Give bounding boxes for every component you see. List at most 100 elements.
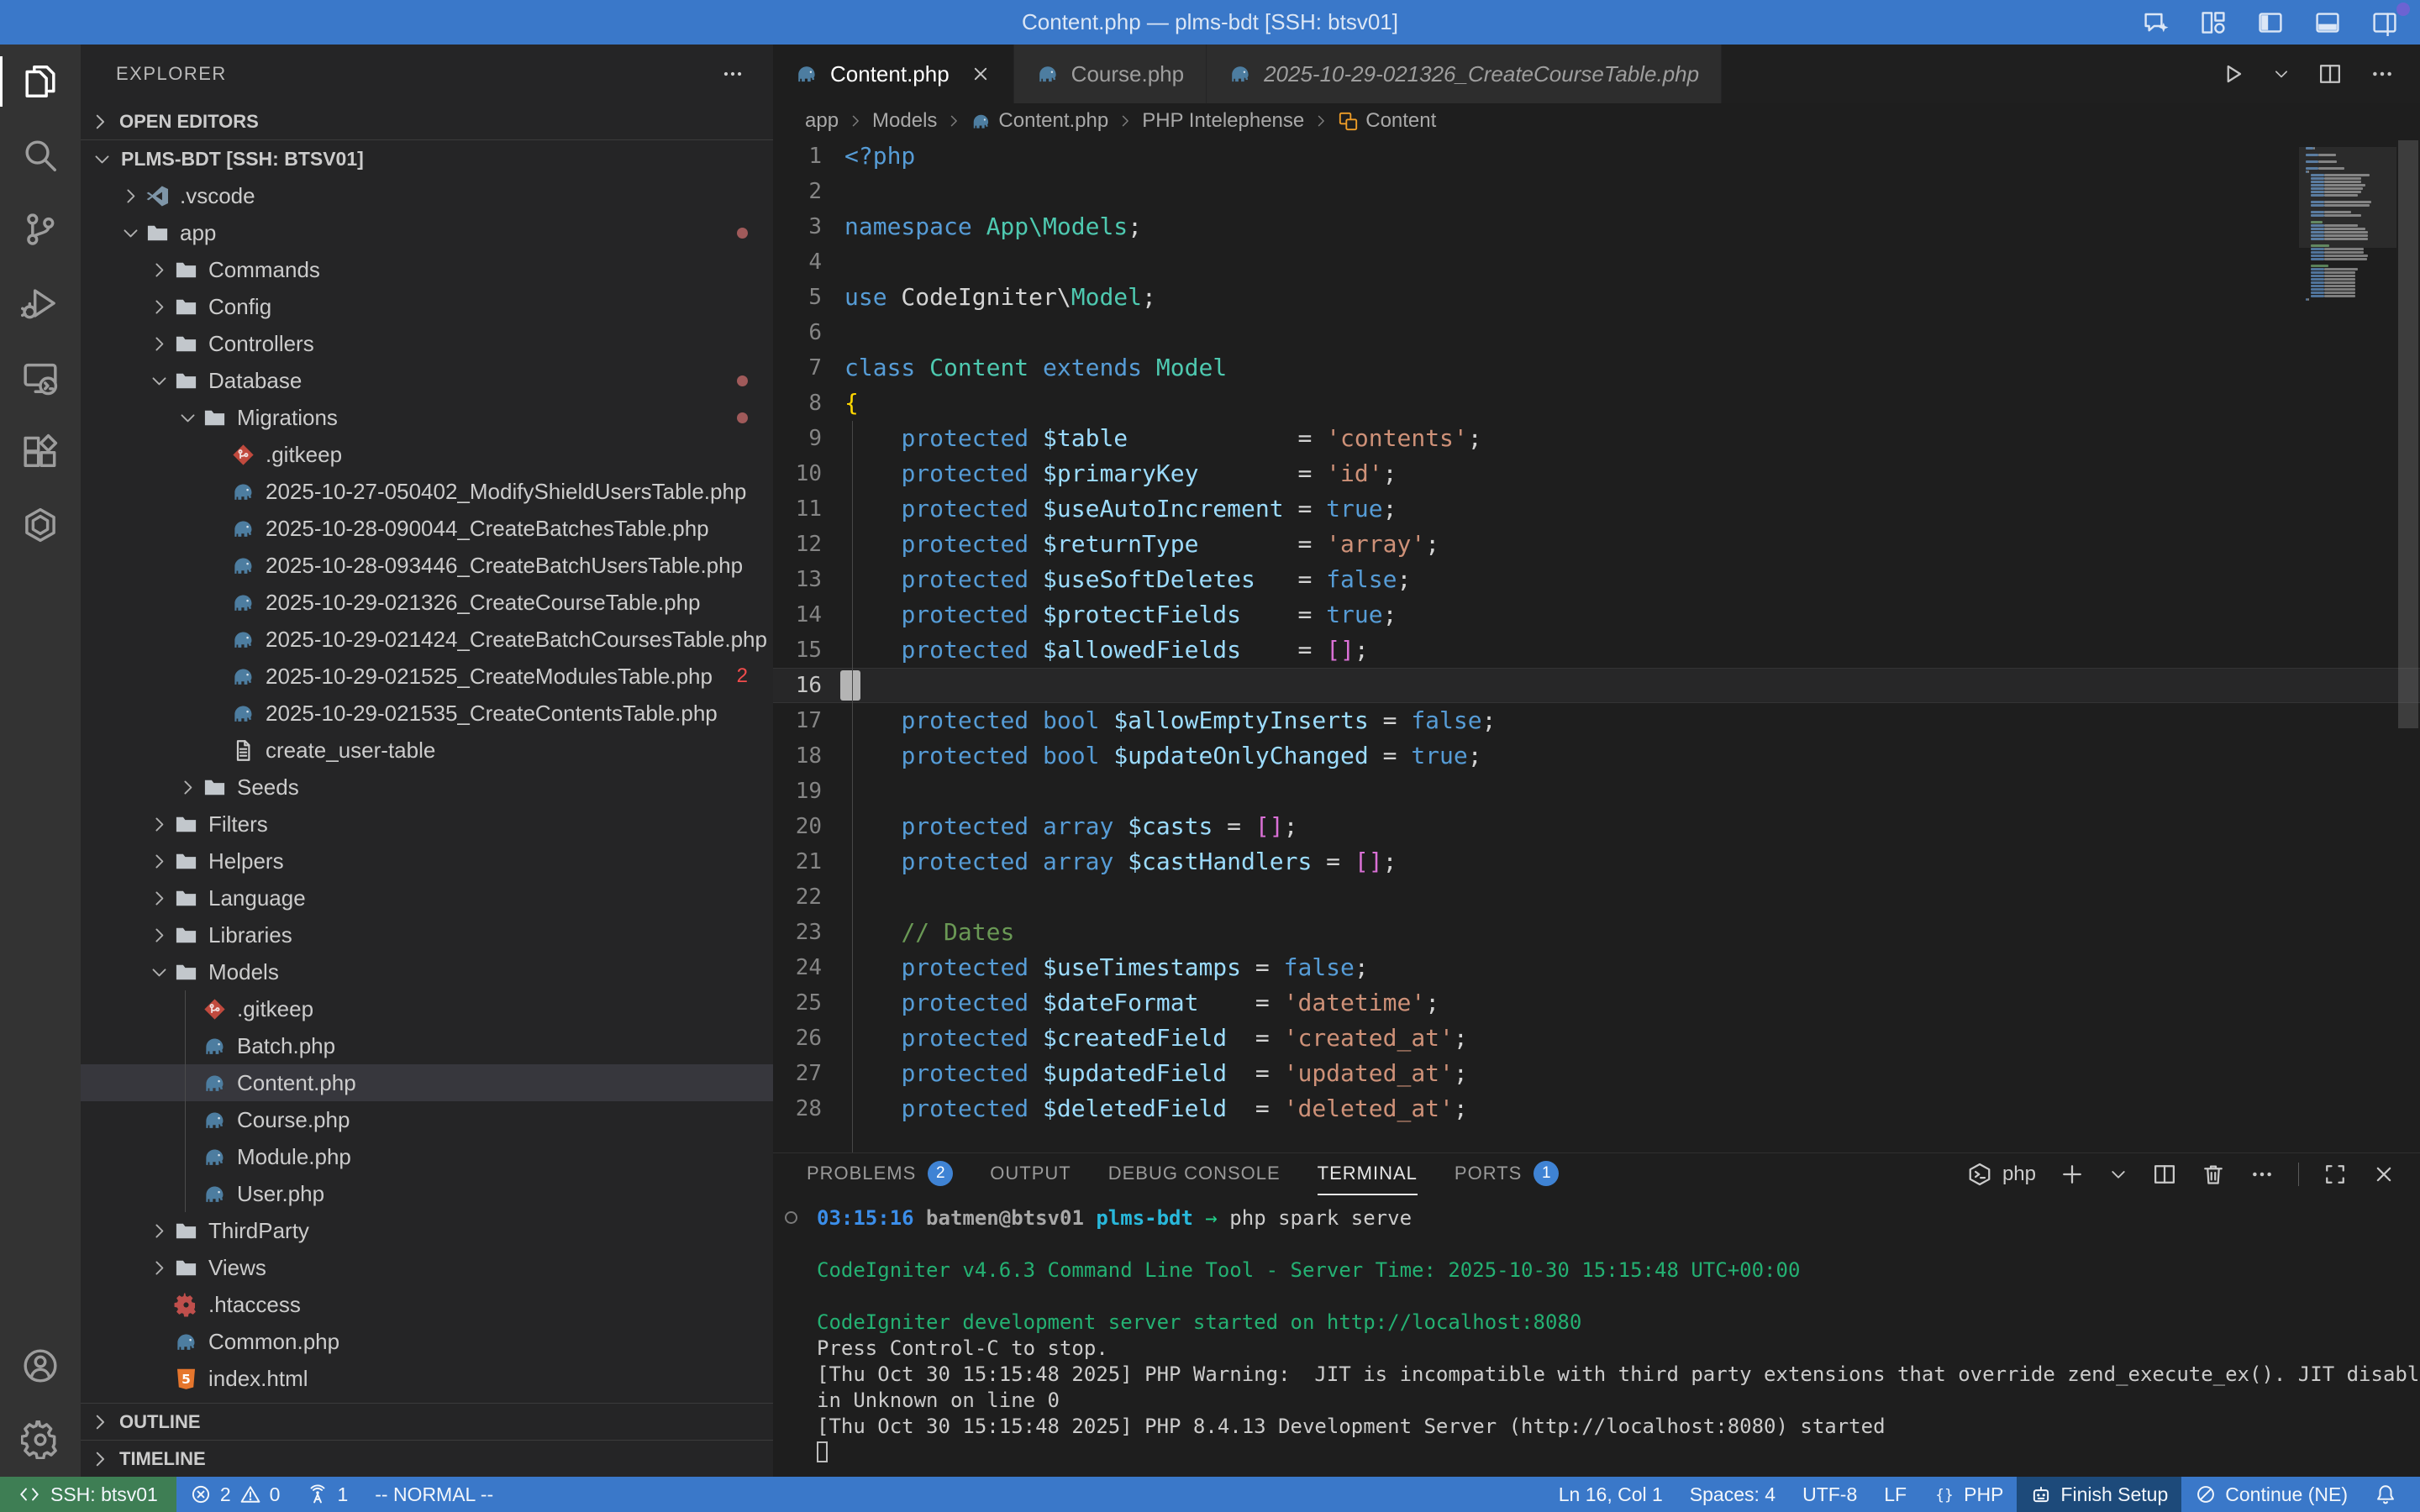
line-number[interactable]: 21 [773,844,844,879]
line-number[interactable]: 3 [773,209,844,244]
line-number[interactable]: 5 [773,280,844,315]
status-indentation[interactable]: Spaces: 4 [1676,1477,1789,1512]
code-line-15[interactable]: 15 protected $allowedFields = []; [773,633,2420,668]
breadcrumb-item[interactable]: Content [1338,109,1436,133]
status-cursor-position[interactable]: Ln 16, Col 1 [1545,1477,1676,1512]
tree-item-commands[interactable]: Commands [81,251,773,288]
line-number[interactable]: 1 [773,139,844,174]
code-line-10[interactable]: 10 protected $primaryKey = 'id'; [773,456,2420,491]
code-line-14[interactable]: 14 protected $protectFields = true; [773,597,2420,633]
editor-tab-course.php[interactable]: Course.php [1014,45,1207,103]
status-vim-mode[interactable]: -- NORMAL -- [361,1477,507,1512]
line-number[interactable]: 28 [773,1091,844,1126]
terminal-dropdown-chevron-icon[interactable] [2108,1164,2128,1184]
line-number[interactable]: 10 [773,456,844,491]
line-number[interactable]: 24 [773,950,844,985]
status-language-mode[interactable]: {}PHP [1920,1477,2017,1512]
code-line-19[interactable]: 19 [773,774,2420,809]
line-number[interactable]: 27 [773,1056,844,1091]
run-button[interactable] [2220,61,2245,87]
toggle-primary-sidebar-button[interactable] [2257,9,2284,36]
tree-item-helpers[interactable]: Helpers [81,843,773,879]
editor-tab-content.php[interactable]: Content.php [773,45,1014,103]
status-finish-setup[interactable]: Finish Setup [2017,1477,2181,1512]
tree-item-libraries[interactable]: Libraries [81,916,773,953]
tree-item-database[interactable]: Database [81,362,773,399]
split-editor-button[interactable] [2317,61,2343,87]
code-line-17[interactable]: 17 protected bool $allowEmptyInserts = f… [773,703,2420,738]
line-number[interactable]: 26 [773,1021,844,1056]
status-problems[interactable]: 20 [176,1477,294,1512]
code-line-25[interactable]: 25 protected $dateFormat = 'datetime'; [773,985,2420,1021]
line-number[interactable]: 13 [773,562,844,597]
tree-item-.vscode[interactable]: .vscode [81,177,773,214]
line-number[interactable]: 23 [773,915,844,950]
tree-item-2025-10-29-021424-createbatchcoursestable.php[interactable]: 2025-10-29-021424_CreateBatchCoursesTabl… [81,621,773,658]
line-number[interactable]: 9 [773,421,844,456]
activity-item-search[interactable] [0,118,81,192]
tree-item-views[interactable]: Views [81,1249,773,1286]
panel-tab-output[interactable]: OUTPUT [990,1153,1071,1195]
code-line-3[interactable]: 3namespace App\Models; [773,209,2420,244]
code-line-21[interactable]: 21 protected array $castHandlers = []; [773,844,2420,879]
tree-item-.htaccess[interactable]: .htaccess [81,1286,773,1323]
close-panel-button[interactable] [2371,1162,2396,1187]
code-line-23[interactable]: 23 // Dates [773,915,2420,950]
line-number[interactable]: 6 [773,315,844,350]
tree-item-2025-10-29-021535-createcontentstable.php[interactable]: 2025-10-29-021535_CreateContentsTable.ph… [81,695,773,732]
activity-item-accounts[interactable] [0,1329,81,1403]
tree-item-models[interactable]: Models [81,953,773,990]
status-notifications[interactable] [2361,1477,2410,1512]
activity-item-remote-explorer[interactable] [0,340,81,414]
scrollbar-thumb[interactable] [2398,140,2418,728]
code-line-6[interactable]: 6 [773,315,2420,350]
line-number[interactable]: 25 [773,985,844,1021]
editor-more-actions-icon[interactable] [2370,61,2395,87]
minimap-slider[interactable] [2299,147,2396,248]
maximize-panel-button[interactable] [2323,1162,2348,1187]
code-line-12[interactable]: 12 protected $returnType = 'array'; [773,527,2420,562]
code-line-16[interactable]: 16 [773,668,2420,703]
status-ports-forwarded[interactable]: 1 [293,1477,361,1512]
tree-item-2025-10-29-021525-createmodulestable.php[interactable]: 2025-10-29-021525_CreateModulesTable.php… [81,658,773,695]
code-line-13[interactable]: 13 protected $useSoftDeletes = false; [773,562,2420,597]
line-number[interactable]: 12 [773,527,844,562]
status-encoding[interactable]: UTF-8 [1789,1477,1870,1512]
code-line-9[interactable]: 9 protected $table = 'contents'; [773,421,2420,456]
split-terminal-button[interactable] [2152,1162,2177,1187]
breadcrumb-item[interactable]: PHP Intelephense [1142,109,1304,133]
tree-item-index.html[interactable]: 5index.html [81,1360,773,1397]
code-line-22[interactable]: 22 [773,879,2420,915]
timeline-section[interactable]: TIMELINE [81,1440,773,1477]
tree-item-create-user-table[interactable]: create_user-table [81,732,773,769]
line-number[interactable]: 2 [773,174,844,209]
tree-item-.gitkeep[interactable]: .gitkeep [81,436,773,473]
code-line-24[interactable]: 24 protected $useTimestamps = false; [773,950,2420,985]
tree-item-thirdparty[interactable]: ThirdParty [81,1212,773,1249]
copilot-chat-button[interactable] [2143,9,2170,36]
tree-item-2025-10-28-090044-createbatchestable.php[interactable]: 2025-10-28-090044_CreateBatchesTable.php [81,510,773,547]
code-line-5[interactable]: 5use CodeIgniter\Model; [773,280,2420,315]
code-line-28[interactable]: 28 protected $deletedField = 'deleted_at… [773,1091,2420,1126]
activity-item-extensions[interactable] [0,414,81,488]
tree-item-2025-10-27-050402-modifyshielduserstable.php[interactable]: 2025-10-27-050402_ModifyShieldUsersTable… [81,473,773,510]
line-number[interactable]: 20 [773,809,844,844]
line-number[interactable]: 8 [773,386,844,421]
line-number[interactable]: 4 [773,244,844,280]
status-eol[interactable]: LF [1870,1477,1920,1512]
new-terminal-button[interactable] [2060,1162,2085,1187]
customize-layout-button[interactable] [2200,9,2227,36]
tree-item-controllers[interactable]: Controllers [81,325,773,362]
terminal-output[interactable]: 03:15:16 batmen@btsv01 plms-bdt → php sp… [773,1195,2420,1477]
code-line-11[interactable]: 11 protected $useAutoIncrement = true; [773,491,2420,527]
run-dropdown-chevron-icon[interactable] [2272,65,2291,83]
open-editors-section[interactable]: OPEN EDITORS [81,103,773,140]
toggle-panel-button[interactable] [2314,9,2341,36]
editor-scrollbar[interactable] [2396,139,2420,1152]
line-number[interactable]: 18 [773,738,844,774]
line-number[interactable]: 17 [773,703,844,738]
status-remote[interactable]: SSH: btsv01 [0,1477,176,1512]
command-decoration-icon[interactable] [785,1211,797,1224]
activity-item-source-control[interactable] [0,192,81,266]
code-line-18[interactable]: 18 protected bool $updateOnlyChanged = t… [773,738,2420,774]
